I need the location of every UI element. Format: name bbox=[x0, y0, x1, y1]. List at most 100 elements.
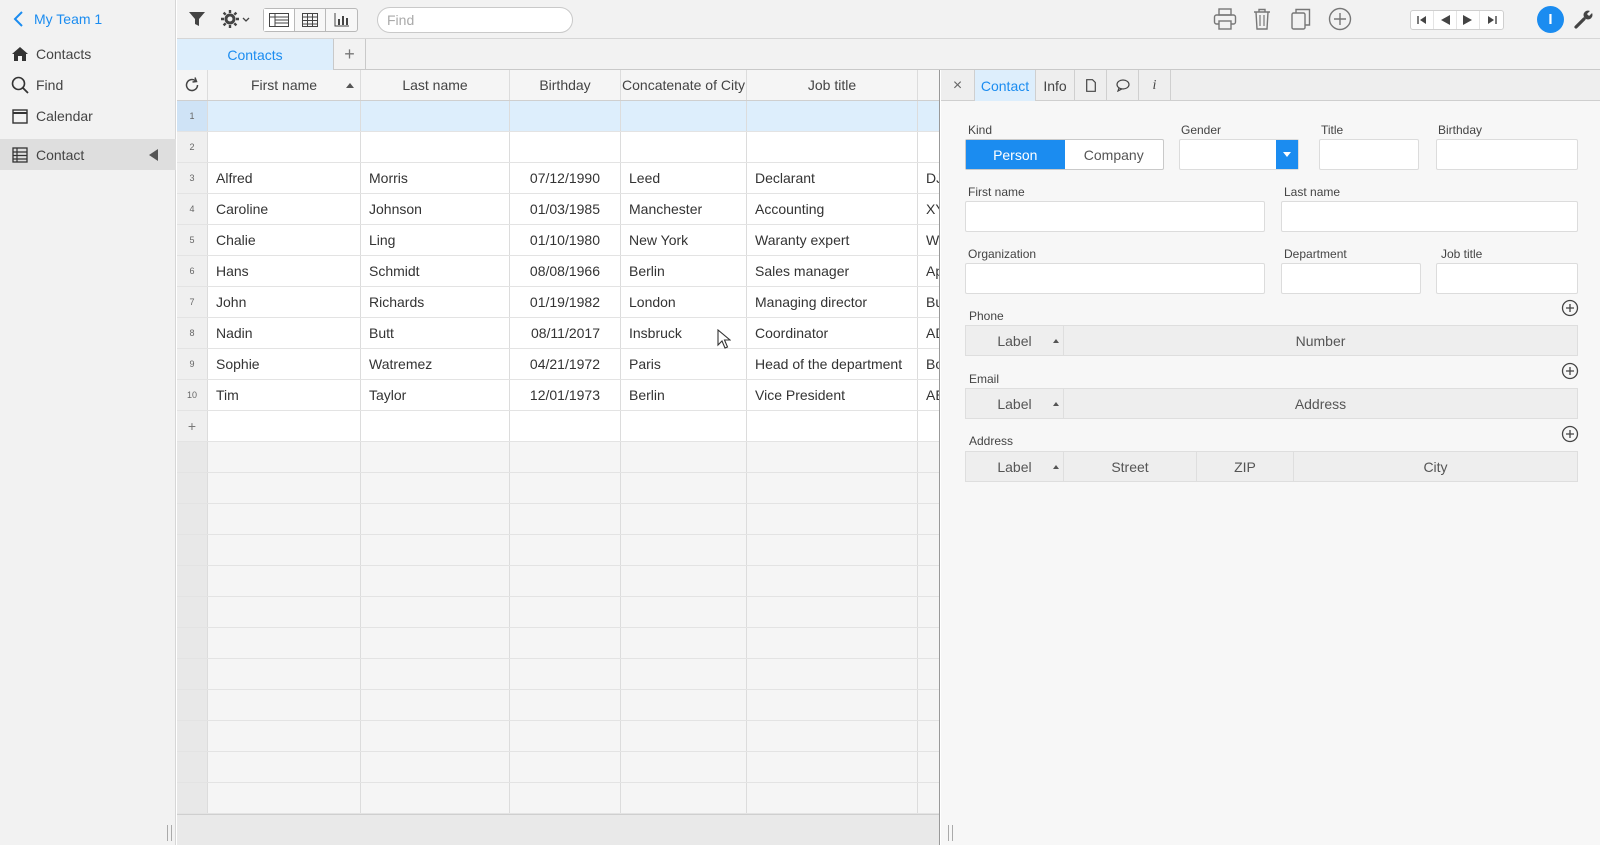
gender-select[interactable] bbox=[1179, 139, 1299, 170]
table-row[interactable]: 10 Tim Taylor 12/01/1973 Berlin Vice Presiden… bbox=[177, 380, 939, 411]
cell-last[interactable]: Richards bbox=[361, 287, 510, 317]
table-row[interactable]: 5 Chalie Ling 01/10/1980 New York Waranty exp… bbox=[177, 225, 939, 256]
cell-city[interactable] bbox=[621, 101, 747, 131]
address-column-street[interactable]: Street bbox=[1064, 452, 1197, 481]
tab-contact[interactable]: Contact bbox=[975, 70, 1036, 101]
job-title-field[interactable] bbox=[1436, 263, 1578, 294]
address-column-zip[interactable]: ZIP bbox=[1197, 452, 1294, 481]
table-row[interactable]: 9 Sophie Watremez 04/21/1972 Paris Head of th… bbox=[177, 349, 939, 380]
cell-last[interactable]: Watremez bbox=[361, 349, 510, 379]
phone-column-number[interactable]: Number bbox=[1064, 326, 1577, 355]
add-view-button[interactable]: + bbox=[334, 39, 366, 70]
last-name-field[interactable] bbox=[1281, 201, 1578, 232]
add-record-icon[interactable] bbox=[1327, 7, 1353, 31]
column-header-birthday[interactable]: Birthday bbox=[510, 70, 621, 100]
sidebar-item-calendar[interactable]: Calendar bbox=[0, 100, 176, 131]
kind-option-company[interactable]: Company bbox=[1065, 140, 1164, 169]
cell-job[interactable] bbox=[747, 132, 918, 162]
cell-city[interactable]: Leed bbox=[621, 163, 747, 193]
cell-extra[interactable]: Wa bbox=[918, 225, 939, 255]
dropdown-arrow-icon[interactable] bbox=[1276, 140, 1298, 169]
kind-option-person[interactable]: Person bbox=[966, 140, 1065, 169]
form-view-icon[interactable] bbox=[264, 9, 295, 31]
cell-extra[interactable]: XY bbox=[918, 194, 939, 224]
tab-info[interactable]: Info bbox=[1036, 70, 1075, 101]
column-header-job-title[interactable]: Job title bbox=[747, 70, 918, 100]
add-address-icon[interactable] bbox=[1561, 425, 1579, 443]
search-input[interactable] bbox=[377, 7, 573, 33]
table-row[interactable]: 1 bbox=[177, 101, 939, 132]
cell-job[interactable]: Head of the department bbox=[747, 349, 918, 379]
add-email-icon[interactable] bbox=[1561, 362, 1579, 380]
table-row[interactable]: 4 Caroline Johnson 01/03/1985 Manchester Acco… bbox=[177, 194, 939, 225]
cell-last[interactable]: Butt bbox=[361, 318, 510, 348]
cell-birthday[interactable]: 08/11/2017 bbox=[510, 318, 621, 348]
filter-icon[interactable] bbox=[186, 7, 208, 31]
address-column-city[interactable]: City bbox=[1294, 452, 1577, 481]
trash-icon[interactable] bbox=[1251, 7, 1273, 31]
cell-first[interactable]: Nadin bbox=[208, 318, 361, 348]
column-header-city[interactable]: Concatenate of City bbox=[621, 70, 747, 100]
team-back-link[interactable]: My Team 1 bbox=[10, 9, 102, 29]
first-name-field[interactable] bbox=[965, 201, 1265, 232]
add-row-button[interactable]: + bbox=[177, 411, 208, 441]
cell-city[interactable]: New York bbox=[621, 225, 747, 255]
cell-city[interactable]: Berlin bbox=[621, 380, 747, 410]
cell-extra[interactable]: AD bbox=[918, 318, 939, 348]
cell-last[interactable]: Schmidt bbox=[361, 256, 510, 286]
next-record-icon[interactable] bbox=[1457, 11, 1480, 29]
cell-job[interactable]: Declarant bbox=[747, 163, 918, 193]
cell-job[interactable] bbox=[747, 101, 918, 131]
table-row[interactable]: 2 bbox=[177, 132, 939, 163]
detail-resize-handle[interactable] bbox=[948, 825, 953, 841]
cell-birthday[interactable]: 01/19/1982 bbox=[510, 287, 621, 317]
table-row[interactable]: 6 Hans Schmidt 08/08/1966 Berlin Sales manage… bbox=[177, 256, 939, 287]
organization-field[interactable] bbox=[965, 263, 1265, 294]
cell-birthday[interactable]: 12/01/1973 bbox=[510, 380, 621, 410]
user-avatar[interactable]: I bbox=[1537, 6, 1564, 33]
tab-properties[interactable]: i bbox=[1139, 70, 1171, 101]
chart-view-icon[interactable] bbox=[326, 9, 357, 31]
cell-first[interactable]: Hans bbox=[208, 256, 361, 286]
address-column-label[interactable]: Label bbox=[966, 452, 1064, 481]
cell-first[interactable]: John bbox=[208, 287, 361, 317]
refresh-icon[interactable] bbox=[177, 70, 208, 100]
table-row[interactable]: 7 John Richards 01/19/1982 London Managing di… bbox=[177, 287, 939, 318]
settings-icon[interactable] bbox=[219, 7, 251, 31]
sidebar-item-find[interactable]: Find bbox=[0, 69, 176, 100]
cell-job[interactable]: Accounting bbox=[747, 194, 918, 224]
cell-city[interactable]: Paris bbox=[621, 349, 747, 379]
close-detail-button[interactable]: × bbox=[941, 70, 975, 101]
table-row[interactable]: 8 Nadin Butt 08/11/2017 Insbruck Coordinator A… bbox=[177, 318, 939, 349]
last-record-icon[interactable] bbox=[1480, 11, 1503, 29]
cell-extra[interactable] bbox=[918, 101, 939, 131]
table-view-icon[interactable] bbox=[295, 9, 326, 31]
cell-first[interactable]: Alfred bbox=[208, 163, 361, 193]
cell-city[interactable]: Berlin bbox=[621, 256, 747, 286]
tab-document[interactable] bbox=[1075, 70, 1107, 101]
sidebar-item-contacts[interactable]: Contacts bbox=[0, 38, 176, 69]
add-phone-icon[interactable] bbox=[1561, 299, 1579, 317]
cell-extra[interactable] bbox=[918, 132, 939, 162]
cell-city[interactable]: London bbox=[621, 287, 747, 317]
collapse-sidebar-icon[interactable] bbox=[149, 149, 158, 161]
cell-city[interactable] bbox=[621, 132, 747, 162]
cell-birthday[interactable]: 04/21/1972 bbox=[510, 349, 621, 379]
cell-city[interactable]: Manchester bbox=[621, 194, 747, 224]
cell-job[interactable]: Managing director bbox=[747, 287, 918, 317]
cell-first[interactable]: Tim bbox=[208, 380, 361, 410]
add-row[interactable]: + bbox=[177, 411, 939, 442]
cell-first[interactable] bbox=[208, 132, 361, 162]
cell-first[interactable] bbox=[208, 101, 361, 131]
cell-last[interactable]: Taylor bbox=[361, 380, 510, 410]
cell-birthday[interactable] bbox=[510, 132, 621, 162]
tab-contacts[interactable]: Contacts bbox=[177, 39, 334, 70]
cell-birthday[interactable]: 01/03/1985 bbox=[510, 194, 621, 224]
sidebar-resize-handle[interactable] bbox=[167, 825, 172, 841]
birthday-field[interactable] bbox=[1436, 139, 1578, 170]
cell-extra[interactable]: Ap bbox=[918, 256, 939, 286]
duplicate-icon[interactable] bbox=[1289, 7, 1313, 31]
phone-column-label[interactable]: Label bbox=[966, 326, 1064, 355]
cell-birthday[interactable]: 01/10/1980 bbox=[510, 225, 621, 255]
cell-first[interactable]: Chalie bbox=[208, 225, 361, 255]
